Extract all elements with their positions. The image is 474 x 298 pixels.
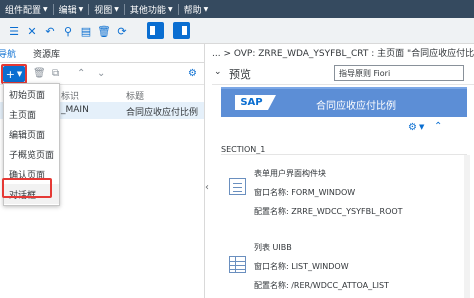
menu-item-label: 子概览页面 — [9, 150, 55, 161]
menu-label: 编辑 — [58, 5, 77, 16]
menu-label: 帮助 — [183, 5, 202, 16]
collapse-left-icon[interactable]: ‹ — [205, 182, 209, 193]
section-divider — [221, 154, 467, 155]
caret-down-icon: ▼ — [78, 5, 84, 13]
app-header-bar: SAP 合同应收应付比例 — [221, 87, 467, 117]
move-down-icon[interactable]: ⌄ — [97, 68, 105, 79]
block-window-name: 窗口名称: LIST_WINDOW — [254, 262, 349, 271]
chevron-down-icon[interactable]: ▼ — [419, 123, 424, 131]
close-icon[interactable]: ✕ — [24, 23, 40, 39]
preview-header: ⌄ 预览 指导原则 Fiori — [212, 61, 474, 85]
preview-title: 预览 — [229, 68, 251, 81]
menu-item-main-page[interactable]: 主页面 — [4, 104, 59, 124]
refresh-icon[interactable]: ⟳ — [114, 23, 130, 39]
move-up-icon[interactable]: ⌃ — [77, 68, 85, 79]
arrow-icon[interactable]: ↶ — [42, 23, 58, 39]
scrollbar[interactable] — [464, 155, 470, 298]
trash-icon[interactable]: 🗑 — [33, 68, 46, 79]
panel-right-toggle[interactable] — [173, 22, 190, 39]
filter-icon[interactable]: ⚲ — [60, 23, 76, 39]
column-title: 标题 — [126, 92, 145, 102]
app-title: 合同应收应付比例 — [316, 101, 396, 112]
block-window-name: 窗口名称: FORM_WINDOW — [254, 188, 356, 197]
menu-label: 组件配置 — [5, 5, 42, 16]
caret-down-icon: ▼ — [43, 5, 48, 13]
row-id: _MAIN — [61, 105, 89, 115]
row-title: 合同应收应付比例 — [126, 108, 199, 118]
menu-edit[interactable]: 编辑 ▼ — [54, 0, 89, 18]
column-id: 标识 — [61, 92, 80, 102]
menu-label: 其他功能 — [129, 5, 166, 16]
menu-item-initial-page[interactable]: 初始页面 — [4, 84, 59, 104]
dialog-item-highlight — [2, 178, 52, 198]
gear-icon[interactable]: ⚙ — [188, 68, 197, 79]
add-button-highlight — [1, 64, 27, 84]
menu-label: 视图 — [94, 5, 113, 16]
tab-navigation[interactable]: 导航 — [0, 47, 16, 60]
menu-item-edit-page[interactable]: 编辑页面 — [4, 124, 59, 144]
copy-icon[interactable]: ⧉ — [52, 68, 59, 79]
block-config-name: 配置名称: ZRRE_WDCC_YSYFBL_ROOT — [254, 207, 403, 216]
guideline-select[interactable]: 指导原则 Fiori — [334, 65, 464, 81]
trash-icon[interactable]: 🗑 — [96, 23, 112, 39]
menu-item-label: 编辑页面 — [9, 130, 46, 141]
list-icon — [229, 256, 246, 273]
secondary-toolbar: ☰ ✕ ↶ ⚲ ▤ 🗑 ⟳ — [0, 18, 474, 44]
left-toolbar: + ▼ 🗑 ⧉ ⌃ ⌄ ⚙ — [0, 63, 205, 85]
settings-row: ⚙ ▼ ⌃ — [212, 120, 474, 136]
menu-help[interactable]: 帮助 ▼ — [179, 0, 214, 18]
sap-logo: SAP — [235, 95, 276, 110]
menu-bar: 组件配置 ▼ 编辑 ▼ 视图 ▼ 其他功能 ▼ 帮助 ▼ — [0, 0, 474, 18]
collapse-icon[interactable]: ⌃ — [434, 121, 442, 132]
form-icon — [229, 178, 246, 195]
menu-item-label: 初始页面 — [9, 90, 46, 101]
block-config-name: 配置名称: /RER/WDCC_ATTOA_LIST — [254, 281, 389, 290]
menu-view[interactable]: 视图 ▼ — [89, 0, 124, 18]
gear-icon[interactable]: ⚙ — [408, 122, 417, 133]
chevron-down-icon[interactable]: ⌄ — [214, 67, 222, 77]
menu-component-config[interactable]: 组件配置 ▼ — [0, 0, 53, 18]
panel-splitter[interactable] — [204, 44, 205, 298]
sap-logo-text: SAP — [240, 97, 263, 108]
tab-library[interactable]: 资源库 — [33, 47, 60, 60]
panel-left-toggle[interactable] — [147, 22, 164, 39]
guideline-value: 指导原则 Fiori — [339, 68, 391, 78]
breadcrumb: ... > OVP: ZRRE_WDA_YSYFBL_CRT : 主页面 "合同… — [212, 49, 474, 59]
menu-item-sub-overview-page[interactable]: 子概览页面 — [4, 144, 59, 164]
block-type: 列表 UIBB — [254, 243, 292, 252]
block-type: 表单用户界面构件块 — [254, 169, 326, 178]
document-icon[interactable]: ▤ — [78, 23, 94, 39]
caret-down-icon: ▼ — [203, 5, 209, 13]
section-title: SECTION_1 — [221, 145, 266, 154]
caret-down-icon: ▼ — [167, 5, 173, 13]
caret-down-icon: ▼ — [114, 5, 119, 13]
menu-item-label: 主页面 — [9, 110, 37, 121]
left-panel-tabs: 导航 资源库 — [0, 44, 205, 63]
menu-other-functions[interactable]: 其他功能 ▼ — [125, 0, 178, 18]
list-icon[interactable]: ☰ — [6, 23, 22, 39]
